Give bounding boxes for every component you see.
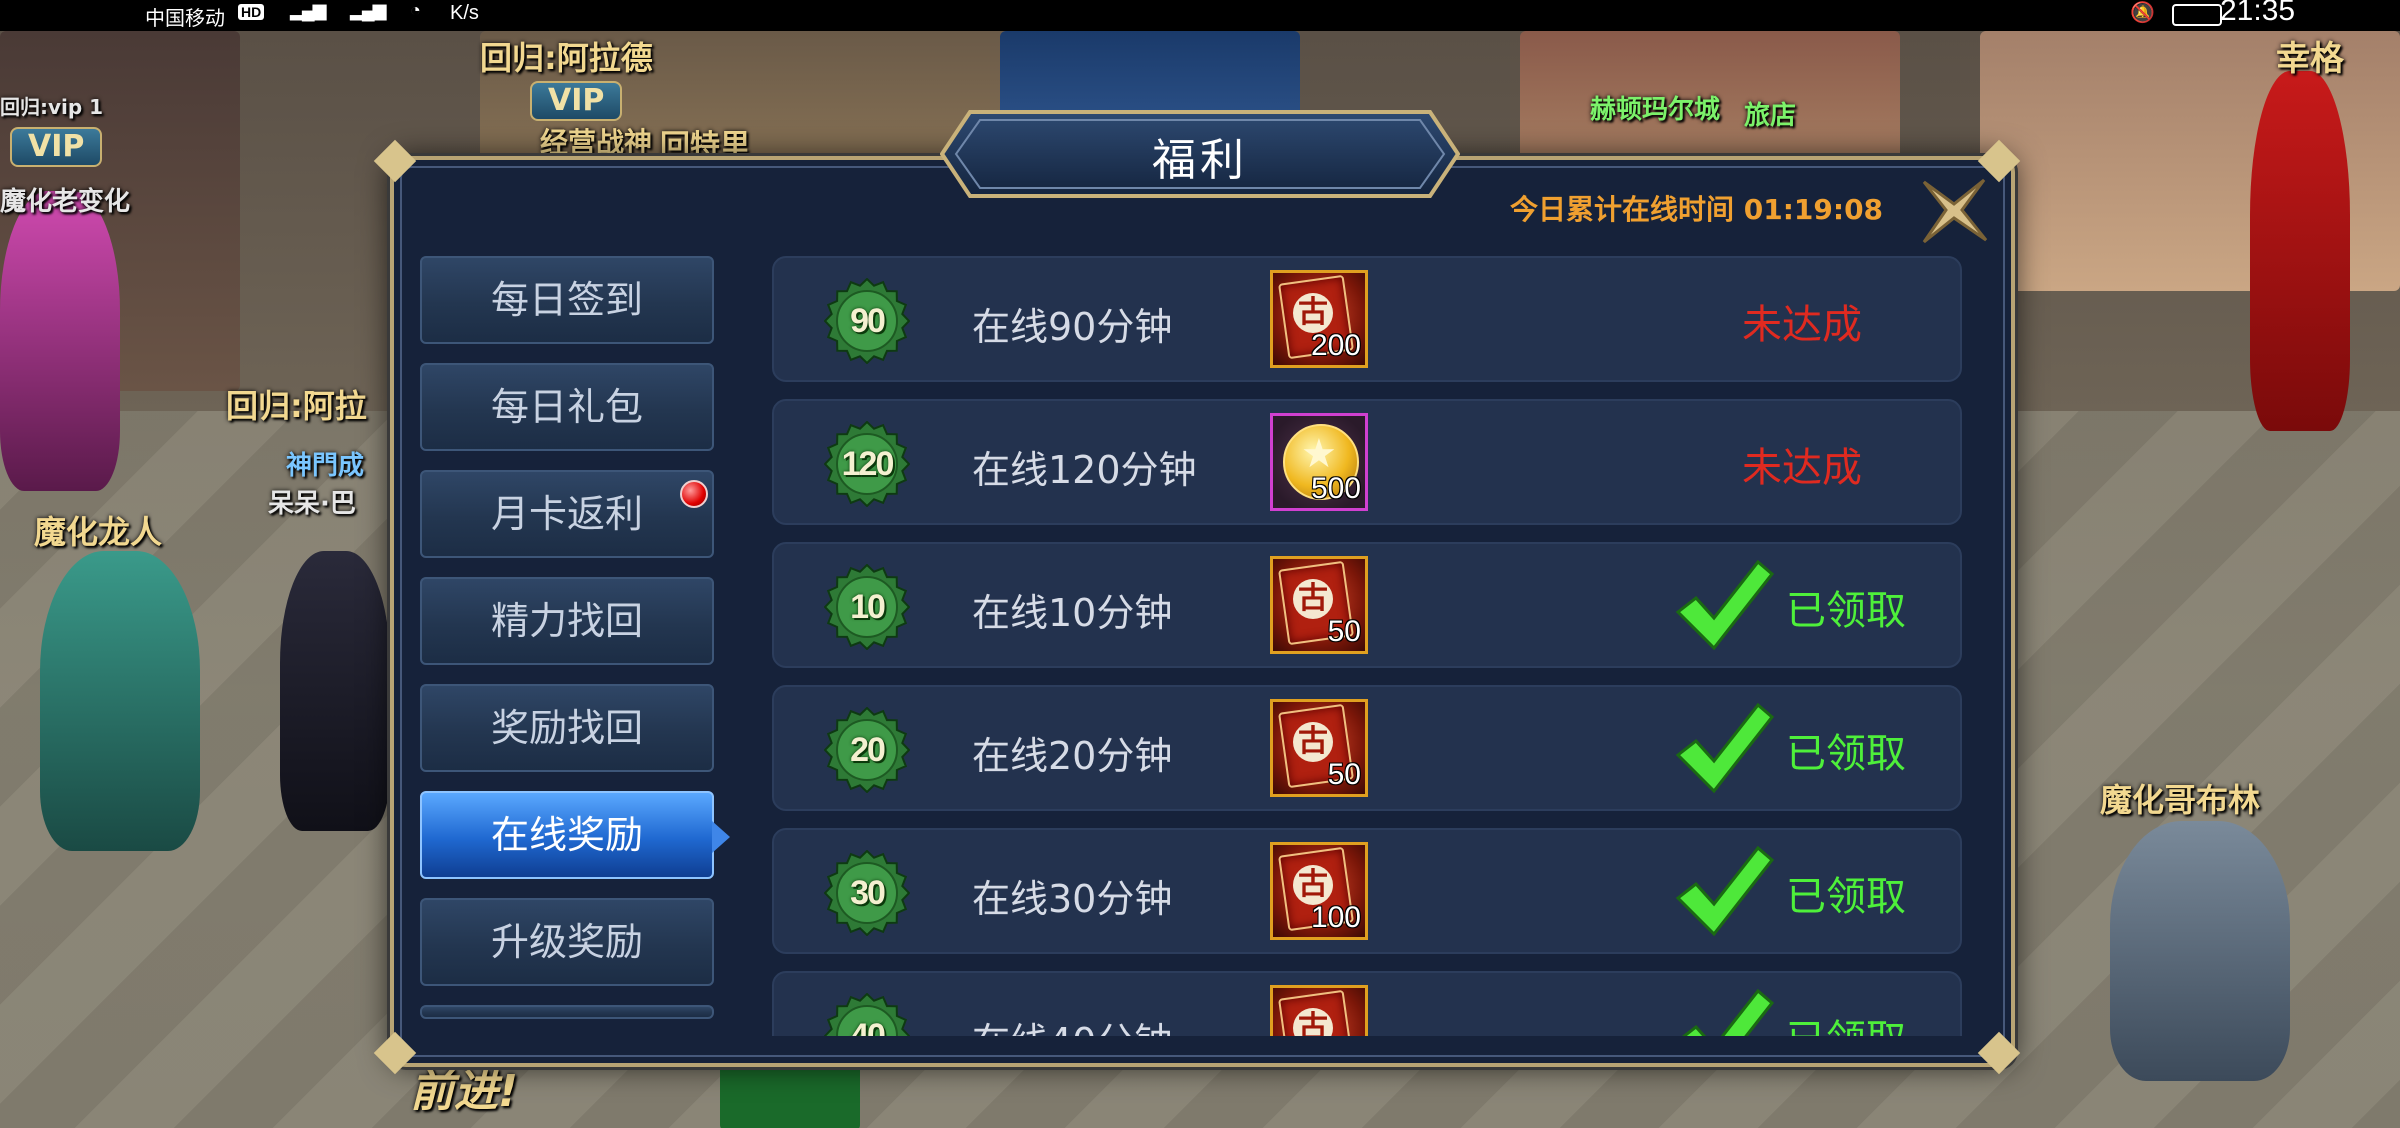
notification-dot: [680, 480, 708, 508]
scroll-glyph: 古: [1293, 722, 1333, 762]
reward-label: 在线30分钟: [972, 877, 1173, 921]
item-quantity: 50: [1327, 615, 1361, 648]
scene-label: 魔化老变化: [0, 187, 131, 217]
sidebar-item-monthly-card[interactable]: 月卡返利: [420, 470, 714, 558]
network-speed: K/s: [450, 2, 479, 24]
dialog-title-plate: 福利: [940, 108, 1460, 200]
scene-label: 魔化哥布林: [2100, 781, 2261, 819]
reward-row: 40 在线40分钟 古 已领取: [772, 971, 1962, 1036]
status-not-achieved: 未达成: [1742, 302, 1862, 348]
checkmark-icon: [1675, 845, 1774, 937]
scene-label: 幸格: [2276, 39, 2344, 79]
sidebar-item-label: 奖励找回: [490, 706, 643, 750]
checkmark-icon: [1681, 988, 1774, 1036]
sidebar-item-label: 每日礼包: [490, 385, 643, 429]
reward-label: 在线10分钟: [972, 591, 1173, 635]
scene-label: 回归:阿拉德: [480, 39, 653, 77]
reward-row: 10 在线10分钟 古 50 已领取: [772, 542, 1962, 668]
reward-item-coin[interactable]: ★ 500: [1270, 413, 1368, 511]
reward-item-scroll[interactable]: 古 50: [1270, 556, 1368, 654]
status-claimed: 已领取: [1786, 1007, 1906, 1036]
vip-badge: VIP: [530, 81, 623, 121]
medal-number: 120: [841, 445, 895, 483]
wifi-icon: ◔: [410, 0, 421, 20]
reward-item-scroll[interactable]: 古: [1270, 985, 1368, 1036]
clock: 21:35: [2220, 0, 2296, 27]
signal-icon-2: ▂▄▆: [350, 0, 386, 20]
npc-goblin[interactable]: [2110, 821, 2290, 1081]
scene-label: 旅店: [1744, 101, 1797, 131]
sidebar-item-reward-recover[interactable]: 奖励找回: [420, 684, 714, 772]
scroll-glyph: 古: [1293, 293, 1333, 333]
sidebar-item-energy-recover[interactable]: 精力找回: [420, 577, 714, 665]
sidebar-item-partial[interactable]: [420, 1005, 714, 1019]
sidebar-item-label: 升级奖励: [490, 920, 643, 964]
medal-number: 20: [850, 731, 886, 769]
item-quantity: 100: [1310, 901, 1361, 934]
item-quantity: 50: [1327, 758, 1361, 791]
status-claimed: 已领取: [1786, 588, 1906, 634]
scene-label: 经营战神: [540, 126, 653, 159]
status-claimed: 已领取: [1786, 731, 1906, 777]
online-time-counter: 今日累计在线时间 01:19:08: [1510, 193, 1884, 226]
battery-icon: [2172, 4, 2222, 26]
bell-muted-icon: 🔕: [2130, 2, 2155, 24]
scene-label: 魔化龙人: [34, 513, 163, 551]
scroll-glyph: 古: [1293, 865, 1333, 905]
sidebar-item-level-reward[interactable]: 升级奖励: [420, 898, 714, 986]
player-character[interactable]: [280, 551, 390, 831]
sidebar-item-label: 精力找回: [490, 599, 643, 643]
medal-number: 10: [850, 588, 886, 626]
active-arrow-icon: [712, 821, 730, 853]
npc-dragon-man[interactable]: [40, 551, 200, 851]
reward-row: 30 在线30分钟 古 100 已领取: [772, 828, 1962, 954]
signal-icon: ▂▄▆: [290, 0, 326, 20]
checkmark-icon: [1675, 559, 1774, 651]
close-button[interactable]: [1916, 172, 1992, 248]
player-character-2[interactable]: [0, 191, 120, 491]
dialog-title: 福利: [1152, 135, 1248, 186]
scroll-glyph: 古: [1293, 579, 1333, 619]
sidebar-item-label: 每日签到: [490, 278, 643, 322]
item-quantity: 200: [1310, 329, 1361, 362]
star-icon: ★: [1301, 431, 1337, 477]
status-claimed: 已领取: [1786, 874, 1906, 920]
scene-label: 神門成: [286, 451, 365, 481]
item-quantity: 500: [1310, 472, 1361, 505]
status-bar: 中国移动 HD ▂▄▆ ▂▄▆ ◔ K/s 🔕 21:35: [0, 0, 2400, 31]
reward-label: 在线90分钟: [972, 305, 1173, 349]
status-not-achieved: 未达成: [1742, 445, 1862, 491]
sidebar-item-daily-signin[interactable]: 每日签到: [420, 256, 714, 344]
hd-badge: HD: [238, 4, 265, 20]
close-x-icon: [1922, 178, 1988, 244]
npc-red-suit[interactable]: [2250, 71, 2350, 431]
reward-list[interactable]: 90 在线90分钟 古 200 未达成 120 在线120分钟 ★ 500 未达…: [772, 252, 1962, 1036]
scene-label: 赫顿玛尔城: [1590, 95, 1721, 125]
reward-row: 90 在线90分钟 古 200 未达成: [772, 256, 1962, 382]
carrier-name: 中国移动: [145, 8, 225, 30]
scroll-glyph: 古: [1293, 1008, 1333, 1036]
reward-item-scroll[interactable]: 古 100: [1270, 842, 1368, 940]
medal-number: 30: [850, 874, 886, 912]
reward-label: 在线40分钟: [972, 1011, 1172, 1036]
scene-label: 回归:阿拉: [226, 387, 367, 425]
reward-item-scroll[interactable]: 古 50: [1270, 699, 1368, 797]
checkmark-icon: [1675, 702, 1774, 794]
medal-number: 40: [850, 1017, 886, 1036]
reward-row: 20 在线20分钟 古 50 已领取: [772, 685, 1962, 811]
sidebar-item-label: 在线奖励: [490, 813, 643, 857]
sidebar-item-online-reward[interactable]: 在线奖励: [420, 791, 730, 879]
sidebar-item-label: 月卡返利: [490, 492, 643, 536]
reward-label: 在线20分钟: [972, 734, 1173, 778]
vip-badge: VIP: [10, 127, 103, 167]
sidebar-item-daily-gift[interactable]: 每日礼包: [420, 363, 714, 451]
reward-label: 在线120分钟: [972, 448, 1197, 492]
medal-number: 90: [850, 302, 886, 340]
reward-row: 120 在线120分钟 ★ 500 未达成: [772, 399, 1962, 525]
scene-label: 呆呆·巴: [268, 489, 356, 519]
scene-label: 回归:vip 1: [0, 95, 104, 119]
reward-item-scroll[interactable]: 古 200: [1270, 270, 1368, 368]
